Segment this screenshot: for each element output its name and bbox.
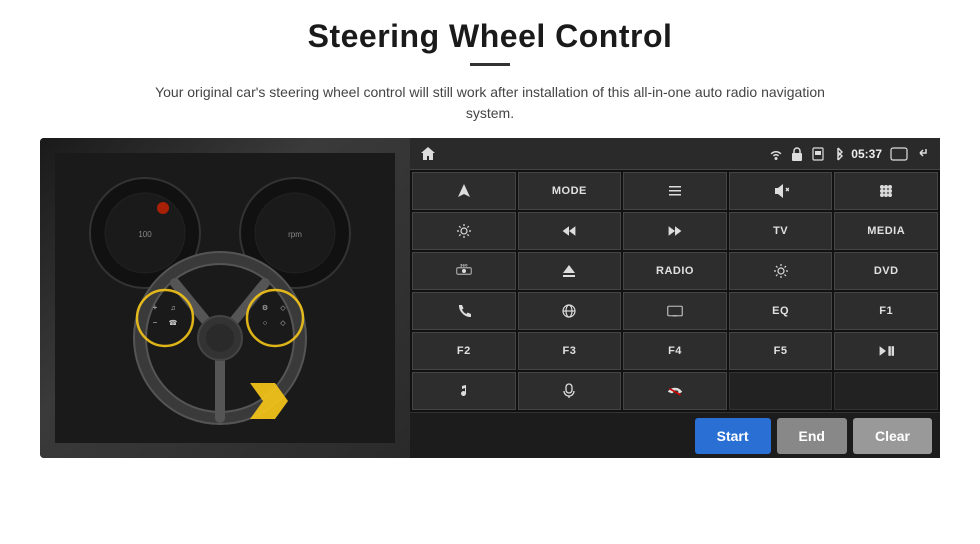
status-time: 05:37 <box>851 147 882 161</box>
eject-button[interactable] <box>518 252 622 290</box>
globe-button[interactable] <box>518 292 622 330</box>
end-button[interactable]: End <box>777 418 847 454</box>
page-title: Steering Wheel Control <box>308 18 673 55</box>
lock-status-icon <box>791 147 803 161</box>
clear-button[interactable]: Clear <box>853 418 932 454</box>
playpause-button[interactable] <box>834 332 938 370</box>
f2-button[interactable]: F2 <box>412 332 516 370</box>
sim-status-icon <box>811 147 825 161</box>
button-grid: MODE <box>410 170 940 412</box>
settings-button[interactable] <box>412 212 516 250</box>
navigate-button[interactable] <box>412 172 516 210</box>
f1-button[interactable]: F1 <box>834 292 938 330</box>
svg-text:⚙: ⚙ <box>262 304 268 312</box>
title-section: Steering Wheel Control <box>308 18 673 74</box>
status-bar: 05:37 <box>410 138 940 170</box>
360-button[interactable]: 360 <box>412 252 516 290</box>
back-status-icon <box>890 147 908 161</box>
tv-button[interactable]: TV <box>729 212 833 250</box>
svg-text:360: 360 <box>460 263 468 268</box>
wifi-status-icon <box>769 147 783 161</box>
car-image-section: 100 rpm <box>40 138 410 458</box>
home-icon <box>420 146 436 162</box>
mic-button[interactable] <box>518 372 622 410</box>
media-button[interactable]: MEDIA <box>834 212 938 250</box>
screen-button[interactable] <box>623 292 727 330</box>
bottom-bar: Start End Clear <box>410 412 940 458</box>
eq-button[interactable]: EQ <box>729 292 833 330</box>
content-row: 100 rpm <box>40 138 940 458</box>
svg-text:100: 100 <box>138 230 152 239</box>
bluetooth-status-icon <box>833 147 843 161</box>
control-panel: 05:37 MODE <box>410 138 940 458</box>
svg-text:−: − <box>153 318 158 327</box>
status-right: 05:37 <box>769 147 930 161</box>
status-left <box>420 146 436 162</box>
mode-button[interactable]: MODE <box>518 172 622 210</box>
empty-btn-2 <box>834 372 938 410</box>
callend-button[interactable] <box>623 372 727 410</box>
page-container: Steering Wheel Control Your original car… <box>0 0 980 544</box>
title-divider <box>470 63 510 66</box>
subtitle: Your original car's steering wheel contr… <box>140 82 840 124</box>
svg-text:◇: ◇ <box>280 320 286 327</box>
start-button[interactable]: Start <box>695 418 771 454</box>
f3-button[interactable]: F3 <box>518 332 622 370</box>
return-icon <box>916 147 930 161</box>
steering-wheel-image: 100 rpm <box>40 138 410 458</box>
phone-button[interactable] <box>412 292 516 330</box>
music-button[interactable] <box>412 372 516 410</box>
brightness-button[interactable] <box>729 252 833 290</box>
svg-text:rpm: rpm <box>288 230 302 239</box>
mute-button[interactable] <box>729 172 833 210</box>
f5-button[interactable]: F5 <box>729 332 833 370</box>
svg-text:☎: ☎ <box>169 319 178 327</box>
empty-btn-1 <box>729 372 833 410</box>
svg-text:○: ○ <box>263 320 267 327</box>
radio-button[interactable]: RADIO <box>623 252 727 290</box>
apps-button[interactable] <box>834 172 938 210</box>
svg-text:+: + <box>153 303 158 312</box>
f4-button[interactable]: F4 <box>623 332 727 370</box>
svg-text:♫: ♫ <box>170 305 175 312</box>
svg-text:◇: ◇ <box>280 305 286 312</box>
list-button[interactable] <box>623 172 727 210</box>
next-button[interactable] <box>623 212 727 250</box>
prev-button[interactable] <box>518 212 622 250</box>
dvd-button[interactable]: DVD <box>834 252 938 290</box>
